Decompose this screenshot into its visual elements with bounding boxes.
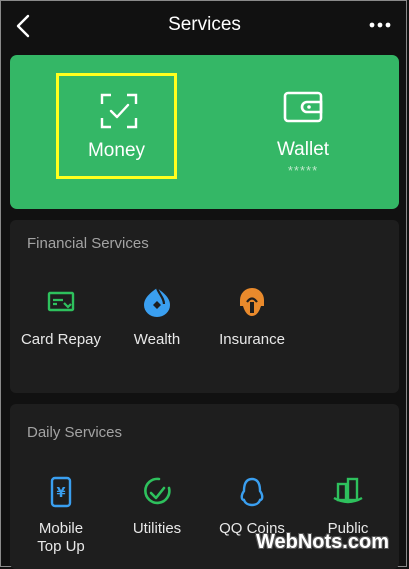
utilities-item[interactable]: Utilities xyxy=(102,474,212,544)
wealth-item[interactable]: Wealth xyxy=(102,286,212,356)
wallet-button[interactable]: Wallet ***** xyxy=(250,73,360,183)
wallet-icon xyxy=(283,91,323,123)
card-repay-label: Card Repay xyxy=(20,331,102,348)
insurance-item[interactable]: Insurance xyxy=(197,286,307,356)
section-title: Daily Services xyxy=(27,424,123,441)
page-title: Services xyxy=(168,14,241,35)
wallet-label: Wallet xyxy=(276,139,330,160)
public-icon xyxy=(333,477,363,504)
mobile-topup-icon: ¥ xyxy=(50,476,72,508)
svg-text:¥: ¥ xyxy=(56,486,65,501)
card-icon xyxy=(47,291,75,312)
pay-card: Money Wallet ***** xyxy=(10,55,399,209)
insurance-icon xyxy=(240,288,264,316)
utilities-icon xyxy=(144,477,171,505)
card-repay-item[interactable]: Card Repay xyxy=(6,286,116,356)
mobile-top-up-item[interactable]: ¥ Mobile Top Up xyxy=(6,474,116,564)
insurance-label: Insurance xyxy=(219,331,285,348)
wallet-balance-masked: ***** xyxy=(287,163,319,178)
wealth-label: Wealth xyxy=(133,331,181,348)
wealth-icon xyxy=(144,287,170,317)
section-title: Financial Services xyxy=(27,235,149,252)
money-button[interactable]: Money xyxy=(56,73,177,179)
more-options-icon[interactable] xyxy=(369,22,391,28)
top-bar: Services xyxy=(0,0,409,52)
mobile-top-up-label: Mobile Top Up xyxy=(37,520,85,555)
financial-services-section: Financial Services Card Repay Wealth Ins… xyxy=(10,220,399,393)
watermark-text: WebNots.com xyxy=(256,531,389,553)
qq-coins-icon xyxy=(240,477,264,507)
scan-check-icon xyxy=(100,93,138,129)
money-label: Money xyxy=(87,140,146,161)
utilities-label: Utilities xyxy=(132,520,182,537)
